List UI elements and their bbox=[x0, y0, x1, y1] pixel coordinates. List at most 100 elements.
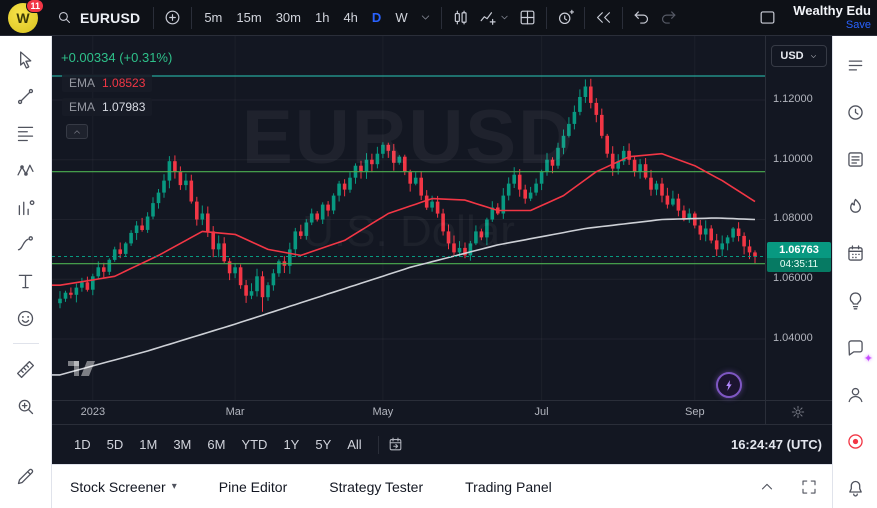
range-1d-button[interactable]: 1D bbox=[66, 432, 99, 457]
text-tool-button[interactable] bbox=[9, 266, 43, 296]
bar-countdown: 04:35:11 bbox=[767, 258, 831, 272]
interval-4h-button[interactable]: 4h bbox=[336, 5, 364, 30]
price-axis-label: 1.04000 bbox=[773, 332, 813, 344]
range-6m-button[interactable]: 6M bbox=[199, 432, 233, 457]
brush-tool-button[interactable] bbox=[9, 229, 43, 259]
ema-slow-legend[interactable]: EMA 1.07983 bbox=[62, 98, 152, 116]
divider bbox=[378, 436, 379, 454]
last-price-value: 1.06763 bbox=[767, 242, 831, 258]
interval-1h-button[interactable]: 1h bbox=[308, 5, 336, 30]
tradingview-logo[interactable] bbox=[64, 356, 100, 385]
undo-button[interactable] bbox=[628, 4, 655, 31]
price-axis-label: 1.10000 bbox=[773, 153, 813, 165]
range-ytd-button[interactable]: YTD bbox=[233, 432, 275, 457]
save-link[interactable]: Save bbox=[846, 19, 871, 31]
chart-region: EURUSD U.S. Dollar +0.00334 (+0.31%) EMA… bbox=[52, 36, 832, 508]
panel-tab-group: Stock Screener▾ Pine Editor Strategy Teste… bbox=[70, 479, 594, 495]
time-axis-label: Jul bbox=[535, 406, 549, 418]
last-price-badge: 1.06763 04:35:11 bbox=[767, 242, 831, 272]
fib-retracement-icon bbox=[15, 123, 36, 144]
panel-tab-strategy-tester[interactable]: Strategy Tester bbox=[329, 479, 423, 495]
range-5d-button[interactable]: 5D bbox=[99, 432, 132, 457]
news-button[interactable] bbox=[838, 144, 872, 174]
watchlist-button[interactable] bbox=[838, 50, 872, 80]
tradingview-logo-icon bbox=[64, 356, 100, 380]
symbol-search-button[interactable]: EURUSD bbox=[48, 5, 148, 30]
replay-icon bbox=[594, 8, 613, 27]
flame-icon bbox=[845, 196, 866, 217]
chevron-down-icon bbox=[809, 52, 818, 61]
divider bbox=[584, 7, 585, 29]
chat-button[interactable]: ✦ bbox=[838, 332, 872, 362]
time-axis-label: May bbox=[372, 406, 393, 418]
hotlists-button[interactable] bbox=[838, 191, 872, 221]
account-info[interactable]: Wealthy Edu Save bbox=[787, 4, 871, 30]
save-layout-button[interactable] bbox=[754, 4, 781, 31]
indicators-button[interactable] bbox=[474, 4, 514, 31]
panel-tab-trading-panel[interactable]: Trading Panel bbox=[465, 479, 552, 495]
forecast-tool-button[interactable] bbox=[9, 192, 43, 222]
interval-d-button[interactable]: D bbox=[365, 5, 388, 30]
interval-15m-button[interactable]: 15m bbox=[229, 5, 268, 30]
layout-grid-button[interactable] bbox=[514, 4, 541, 31]
app-logo[interactable]: W 11 bbox=[8, 3, 38, 33]
pattern-tool-button[interactable] bbox=[9, 155, 43, 185]
range-1m-button[interactable]: 1M bbox=[131, 432, 165, 457]
range-1y-button[interactable]: 1Y bbox=[275, 432, 307, 457]
panel-tab-pine-editor[interactable]: Pine Editor bbox=[219, 479, 287, 495]
create-alert-button[interactable] bbox=[552, 4, 579, 31]
quick-trade-badge[interactable] bbox=[716, 372, 742, 398]
range-3m-button[interactable]: 3M bbox=[165, 432, 199, 457]
go-to-date-button[interactable] bbox=[387, 436, 404, 453]
measure-tool-button[interactable] bbox=[9, 354, 43, 384]
watchlist-icon bbox=[845, 55, 866, 76]
date-range-toolbar: 1D5D1M3M6MYTD1Y5YAll 16:24:47 (UTC) bbox=[52, 424, 832, 464]
interval-dropdown-button[interactable] bbox=[415, 7, 436, 28]
range-5y-button[interactable]: 5Y bbox=[307, 432, 339, 457]
interval-group: 5m15m30m1h4hDW bbox=[197, 5, 414, 30]
interval-w-button[interactable]: W bbox=[388, 5, 414, 30]
right-toolbar: ✦ bbox=[832, 36, 877, 508]
person-icon bbox=[845, 384, 866, 405]
utc-clock[interactable]: 16:24:47 (UTC) bbox=[731, 437, 822, 452]
calendar-button[interactable] bbox=[838, 238, 872, 268]
zoom-tool-button[interactable] bbox=[9, 391, 43, 421]
bell-icon bbox=[845, 478, 866, 499]
edit-notes-button[interactable] bbox=[9, 461, 43, 491]
time-axis[interactable]: 2023MarMayJulSep bbox=[52, 400, 832, 424]
price-axis[interactable]: USD 1.120001.100001.080001.060001.04000 … bbox=[765, 36, 832, 424]
currency-label: USD bbox=[780, 50, 803, 62]
notifications-button[interactable] bbox=[838, 473, 872, 503]
cursor-tool-button[interactable] bbox=[9, 44, 43, 74]
maximize-panel-button[interactable] bbox=[800, 478, 818, 496]
ideas-button[interactable] bbox=[838, 285, 872, 315]
window-icon bbox=[758, 8, 777, 27]
ema-fast-legend[interactable]: EMA 1.08523 bbox=[62, 74, 152, 92]
emoji-tool-button[interactable] bbox=[9, 303, 43, 333]
compare-add-button[interactable] bbox=[159, 4, 186, 31]
trend-line-tool-button[interactable] bbox=[9, 81, 43, 111]
chart-style-button[interactable] bbox=[447, 4, 474, 31]
support-button[interactable] bbox=[838, 379, 872, 409]
bar-replay-button[interactable] bbox=[590, 4, 617, 31]
zoom-in-icon bbox=[15, 396, 36, 417]
collapse-legend-button[interactable] bbox=[66, 124, 88, 139]
price-chart-canvas[interactable] bbox=[52, 36, 765, 400]
redo-button[interactable] bbox=[655, 4, 682, 31]
live-streams-button[interactable] bbox=[838, 426, 872, 456]
price-axis-label: 1.06000 bbox=[773, 272, 813, 284]
panel-tab-stock-screener[interactable]: Stock Screener▾ bbox=[70, 479, 177, 495]
chevron-down-icon bbox=[499, 12, 510, 23]
alerts-button[interactable] bbox=[838, 97, 872, 127]
price-axis-label: 1.12000 bbox=[773, 93, 813, 105]
alert-clock-icon bbox=[556, 8, 575, 27]
fib-retracement-tool-button[interactable] bbox=[9, 118, 43, 148]
interval-5m-button[interactable]: 5m bbox=[197, 5, 229, 30]
expand-panel-button[interactable] bbox=[758, 478, 776, 496]
divider bbox=[153, 7, 154, 29]
emoji-icon bbox=[15, 308, 36, 329]
range-all-button[interactable]: All bbox=[339, 432, 369, 457]
cursor-icon bbox=[15, 49, 36, 70]
currency-toggle-button[interactable]: USD bbox=[771, 45, 827, 67]
interval-30m-button[interactable]: 30m bbox=[269, 5, 308, 30]
